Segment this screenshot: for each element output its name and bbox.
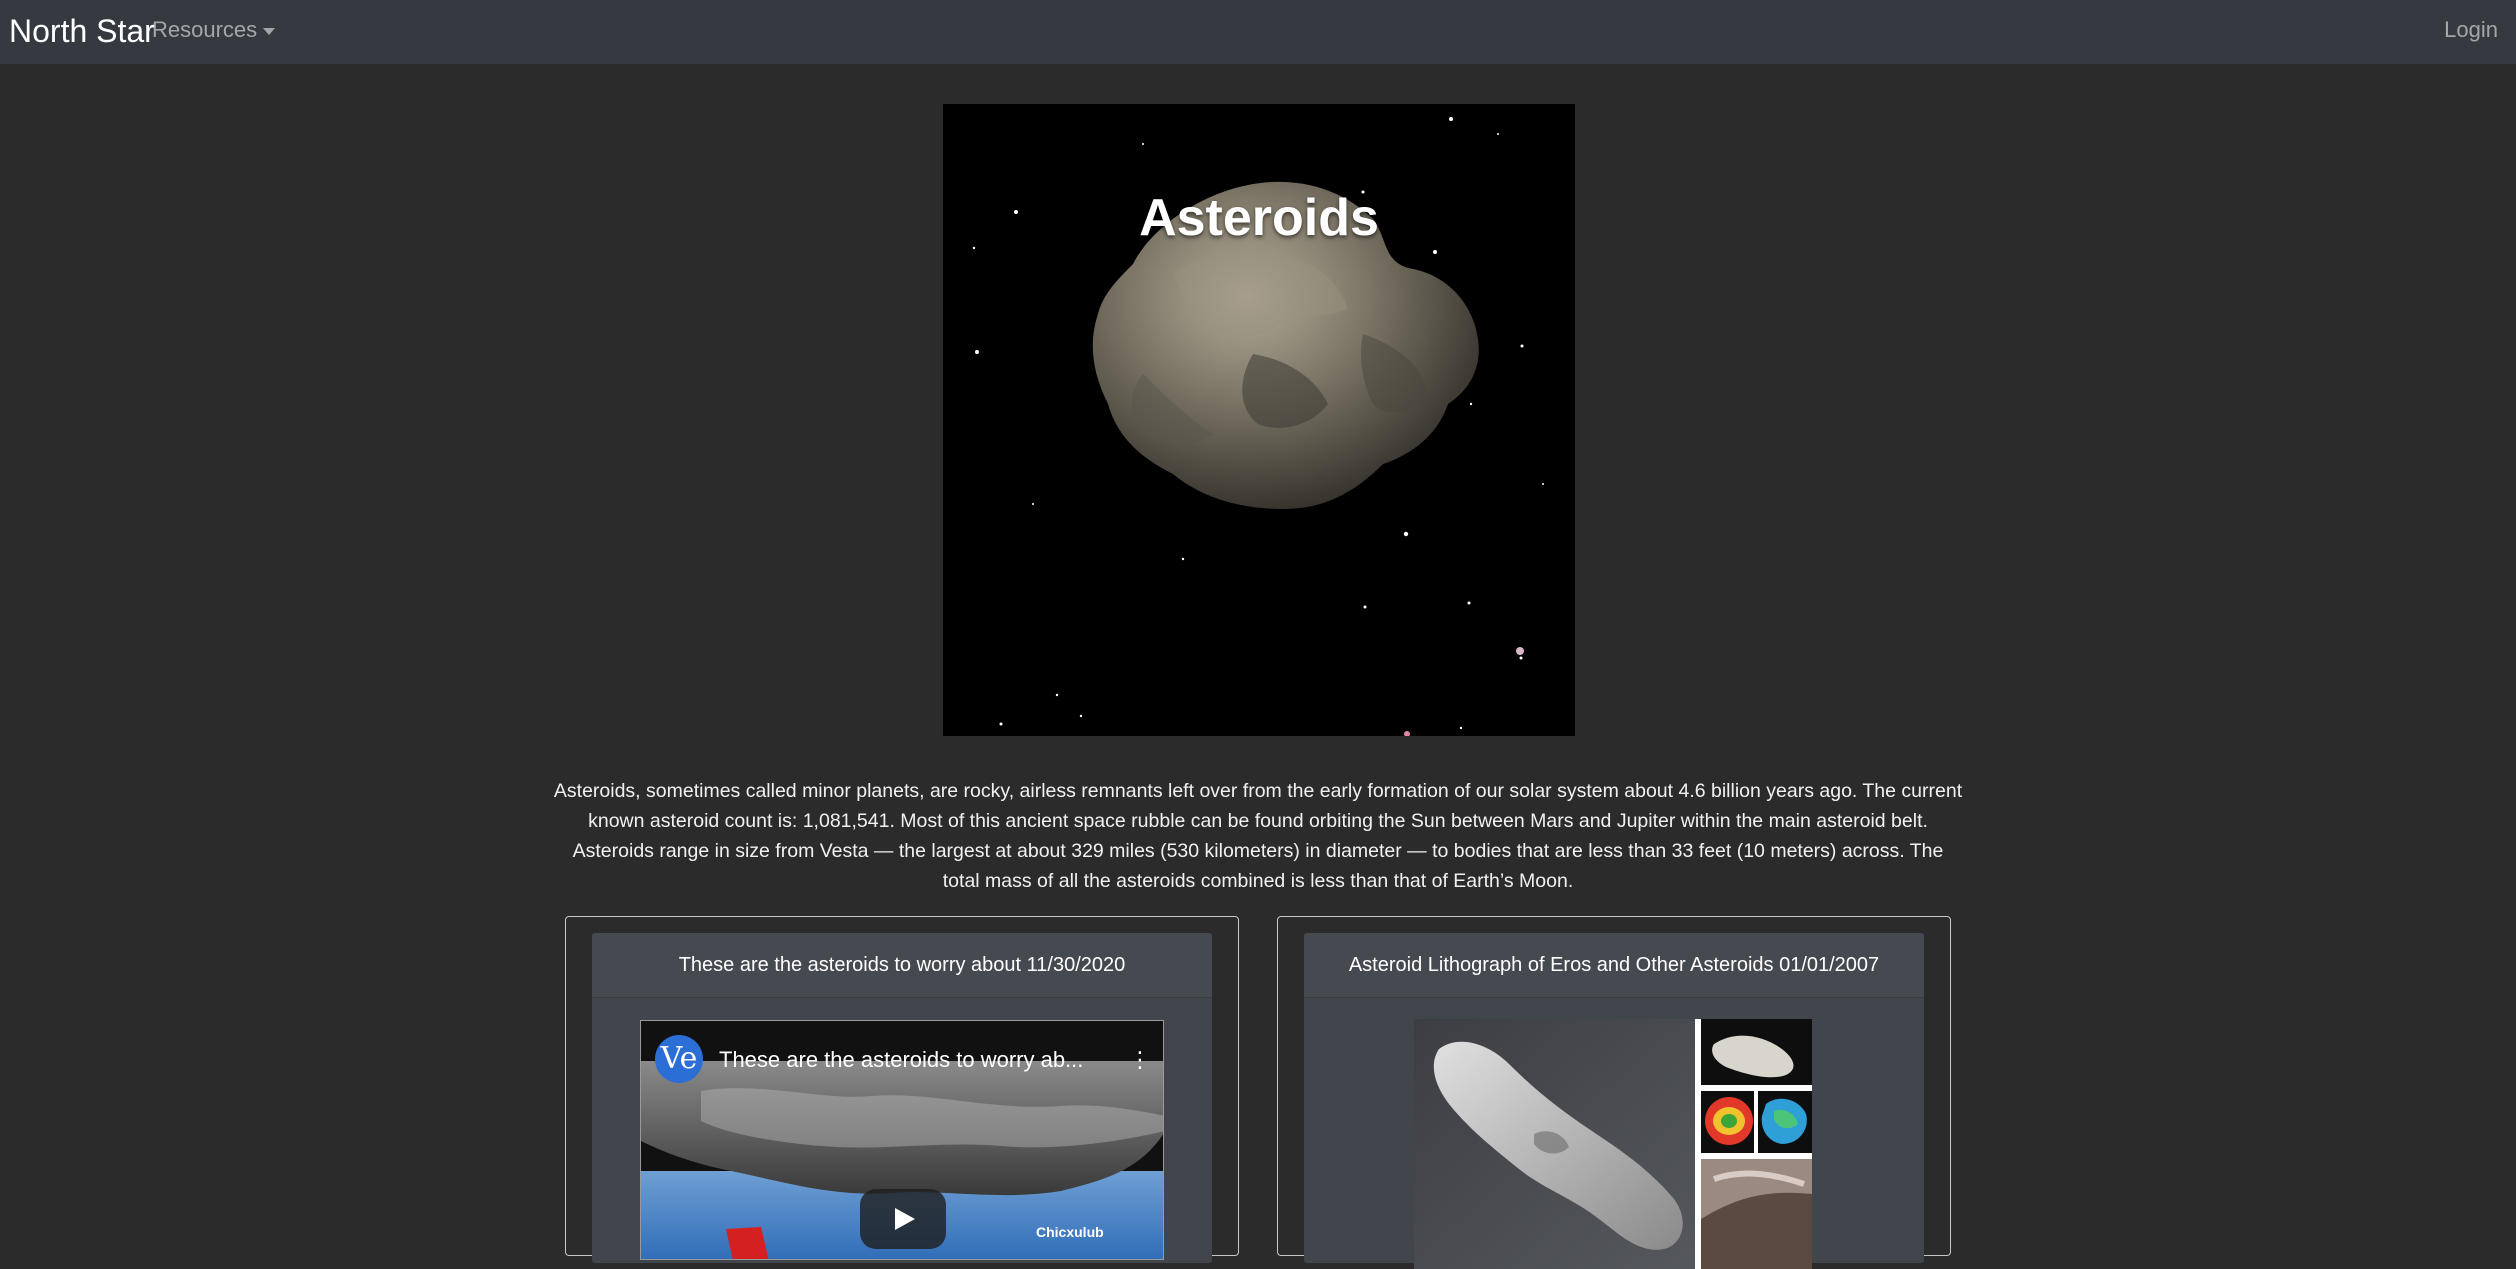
hero-title: Asteroids	[1139, 189, 1379, 247]
video-card-body: These are the asteroids to worry about 1…	[592, 933, 1212, 1263]
video-title[interactable]: These are the asteroids to worry ab...	[719, 1047, 1109, 1073]
hero-image: Asteroids	[943, 104, 1575, 736]
lithograph-image[interactable]	[1414, 1019, 1812, 1269]
resources-dropdown[interactable]: Resources	[152, 17, 276, 43]
navbar: North Star Resources Login	[0, 0, 2516, 64]
resources-dropdown-label: Resources	[152, 17, 258, 42]
caret-down-icon	[263, 27, 276, 35]
youtube-video-embed[interactable]: Ve These are the asteroids to worry ab..…	[640, 1020, 1164, 1260]
asteroid-description: Asteroids, sometimes called minor planet…	[553, 780, 1963, 892]
more-vert-icon[interactable]: ⋮	[1129, 1047, 1151, 1073]
lithograph-card-body: Asteroid Lithograph of Eros and Other As…	[1304, 933, 1924, 1269]
channel-avatar[interactable]: Ve	[655, 1035, 703, 1083]
lithograph-collage	[1414, 1019, 1812, 1269]
brand-link[interactable]: North Star	[9, 13, 155, 49]
video-card: These are the asteroids to worry about 1…	[565, 916, 1239, 1263]
video-card-header: These are the asteroids to worry about 1…	[592, 933, 1212, 998]
lithograph-card: Asteroid Lithograph of Eros and Other As…	[1277, 916, 1951, 1269]
lithograph-card-header: Asteroid Lithograph of Eros and Other As…	[1304, 933, 1924, 998]
video-caption: Chicxulub	[1036, 1224, 1104, 1240]
play-button[interactable]	[860, 1189, 946, 1249]
login-link[interactable]: Login	[2444, 17, 2498, 43]
